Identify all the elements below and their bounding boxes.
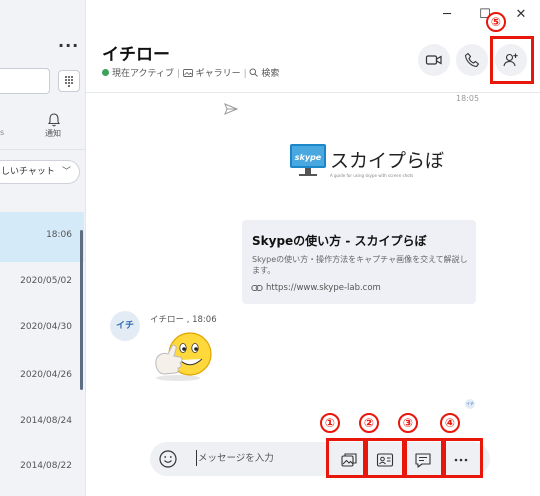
link-icon — [251, 285, 263, 291]
phone-icon — [464, 52, 480, 68]
annotation-number-5: ⑤ — [486, 12, 506, 32]
annotation-box-2 — [365, 438, 405, 478]
chat-date: 2020/05/02 — [20, 276, 72, 286]
logo-text: スカイプらぼ — [330, 150, 445, 172]
new-chat-button[interactable]: しいチャット ﹀ — [0, 160, 80, 184]
header-divider — [86, 92, 540, 93]
chat-date: 2014/08/22 — [20, 461, 72, 471]
message-input[interactable] — [198, 448, 318, 468]
video-camera-icon — [425, 55, 442, 65]
logo-tagline: A guide for using skype with screen shot… — [330, 173, 414, 178]
sidebar-more-button[interactable]: ··· — [58, 36, 79, 55]
sidebar: ··· s 通知 しいチャット ﹀ 18:06 2020/05/02 2020/… — [0, 0, 86, 496]
dialpad-button[interactable] — [58, 70, 80, 92]
message-timestamp: 18:05 — [456, 94, 480, 103]
chat-list-item[interactable]: 2020/04/30 — [0, 310, 84, 360]
conversation-title: イチロー — [102, 45, 170, 65]
annotation-number-1: ① — [320, 413, 340, 433]
new-chat-label: しいチャット — [1, 167, 55, 177]
chat-list-item[interactable]: 18:06 — [0, 212, 84, 262]
thumbs-up-emoji[interactable] — [150, 332, 216, 384]
sent-status-icon — [224, 103, 238, 115]
audio-call-button[interactable] — [456, 44, 488, 76]
annotation-number-4: ④ — [440, 413, 460, 433]
gallery-icon[interactable] — [182, 69, 193, 77]
close-button[interactable]: ✕ — [510, 4, 532, 26]
video-call-button[interactable] — [418, 44, 450, 76]
chat-date: 2014/08/24 — [20, 416, 72, 426]
link-preview-url[interactable]: https://www.skype-lab.com — [266, 283, 381, 293]
link-preview-card[interactable]: Skypeの使い方 - スカイプらぼ Skypeの使い方・操作方法をキャプチャ画… — [242, 220, 476, 304]
search-link[interactable]: 検索 — [261, 69, 279, 79]
gallery-link[interactable]: ギャラリー — [196, 69, 241, 79]
logo-brand: skype — [295, 153, 322, 162]
active-status-dot — [102, 69, 109, 76]
conversation-subtitle: 現在アクティブ | ギャラリー | 検索 — [102, 66, 279, 79]
chat-list-item[interactable]: 2020/05/02 — [0, 262, 84, 312]
annotation-box-1 — [326, 438, 366, 478]
search-icon[interactable] — [249, 68, 259, 77]
bell-icon[interactable] — [46, 112, 62, 128]
emoji-icon[interactable] — [158, 449, 178, 469]
text-cursor — [196, 450, 197, 466]
chat-date: 2020/04/26 — [20, 370, 72, 380]
annotation-box-3 — [404, 438, 444, 478]
chat-list-item[interactable]: 2014/08/24 — [0, 408, 84, 458]
link-preview-title: Skypeの使い方 - スカイプらぼ — [252, 234, 427, 248]
avatar[interactable]: イチ — [110, 311, 140, 341]
dialpad-icon — [65, 76, 73, 87]
active-status: 現在アクティブ — [112, 69, 175, 79]
sidebar-divider — [0, 149, 85, 150]
title-bar: ─ ☐ ✕ — [86, 0, 540, 30]
sender-name-time: イチロー , 18:06 — [150, 315, 217, 325]
annotation-box-5 — [490, 36, 534, 84]
annotation-number-2: ② — [359, 413, 379, 433]
chat-date: 2020/04/30 — [20, 322, 72, 332]
annotation-number-3: ③ — [398, 413, 418, 433]
seen-indicator-avatar: イチ — [465, 399, 475, 409]
sidebar-tab-partial[interactable]: s — [0, 128, 4, 137]
sidebar-scrollbar[interactable] — [80, 230, 83, 390]
annotation-box-4 — [443, 438, 483, 478]
link-preview-description: Skypeの使い方・操作方法をキャプチャ画像を交えて解説します。 — [252, 255, 468, 275]
chevron-down-icon: ﹀ — [61, 167, 71, 177]
sidebar-search-input[interactable] — [0, 68, 50, 94]
chat-list-item[interactable]: 2014/08/22 — [0, 452, 84, 496]
minimize-button[interactable]: ─ — [436, 4, 458, 26]
chat-list-item[interactable]: 2020/04/26 — [0, 360, 84, 410]
notifications-label: 通知 — [45, 129, 61, 138]
chat-date: 18:06 — [46, 230, 72, 240]
